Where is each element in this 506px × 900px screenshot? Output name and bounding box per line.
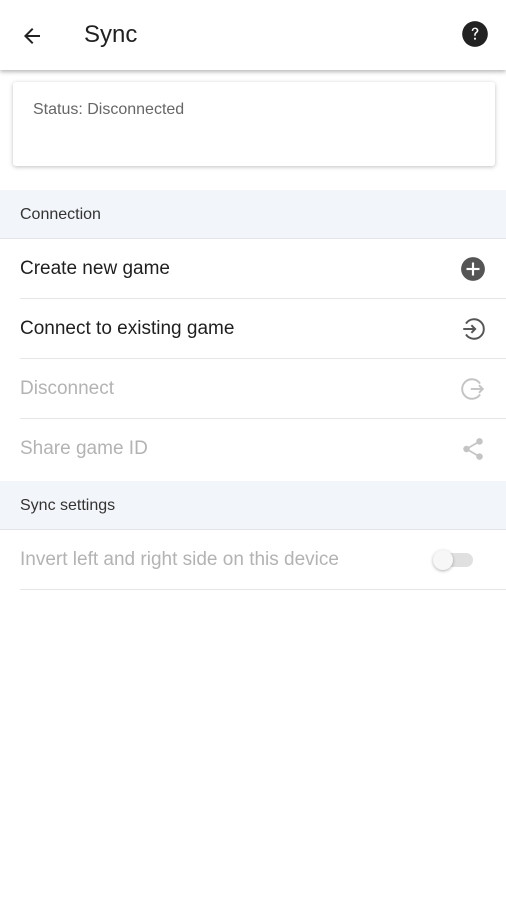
invert-sides-toggle[interactable] — [433, 550, 473, 570]
section-header-sync-settings: Sync settings — [0, 481, 506, 530]
connect-existing-game-item[interactable]: Connect to existing game — [0, 299, 506, 359]
help-circle-icon — [462, 21, 488, 47]
create-new-game-item[interactable]: Create new game — [0, 239, 506, 299]
disconnect-item[interactable]: Disconnect — [0, 359, 506, 419]
connection-status: Status: Disconnected — [33, 101, 185, 118]
item-label: Invert left and right side on this devic… — [20, 549, 339, 570]
share-game-id-item[interactable]: Share game ID — [0, 419, 506, 479]
top-app-bar: Sync — [0, 0, 506, 70]
invert-sides-item[interactable]: Invert left and right side on this devic… — [0, 530, 506, 590]
item-label: Connect to existing game — [20, 318, 235, 339]
help-button[interactable] — [460, 19, 490, 49]
item-label: Create new game — [20, 258, 170, 279]
share-icon — [460, 436, 486, 462]
plus-circle-icon — [460, 256, 486, 282]
item-label: Disconnect — [20, 378, 114, 399]
item-label: Share game ID — [20, 438, 148, 459]
divider — [20, 589, 506, 590]
login-icon — [460, 316, 486, 342]
page-title: Sync — [84, 21, 138, 48]
back-button[interactable] — [14, 18, 50, 54]
logout-icon — [460, 376, 486, 402]
status-card: Status: Disconnected — [13, 82, 495, 166]
toggle-thumb — [433, 550, 453, 570]
sync-screen: Sync Status: Disconnected Connection Cre… — [0, 0, 506, 900]
section-title: Connection — [20, 206, 101, 223]
section-header-connection: Connection — [0, 190, 506, 239]
arrow-left-icon — [24, 28, 40, 44]
section-title: Sync settings — [20, 497, 116, 514]
